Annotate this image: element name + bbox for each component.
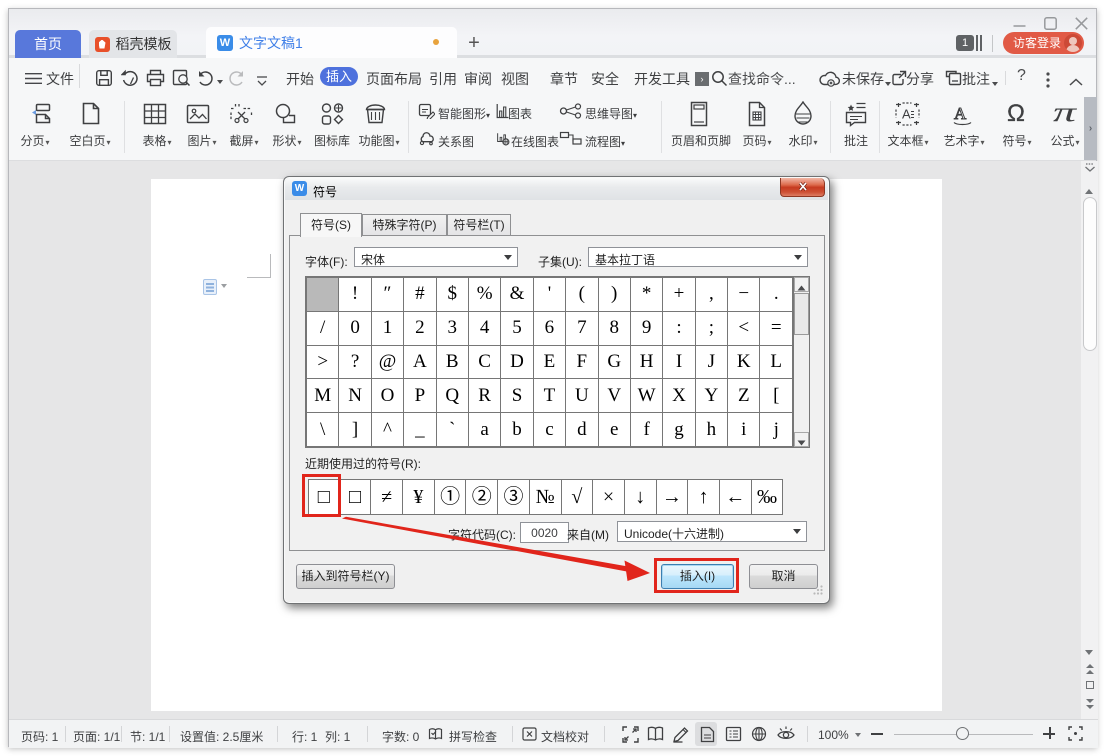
svg-text:A: A <box>902 107 911 122</box>
svg-text:A: A <box>954 104 967 123</box>
svg-text:Ω: Ω <box>1007 100 1025 126</box>
svg-text:π: π <box>1053 98 1078 126</box>
